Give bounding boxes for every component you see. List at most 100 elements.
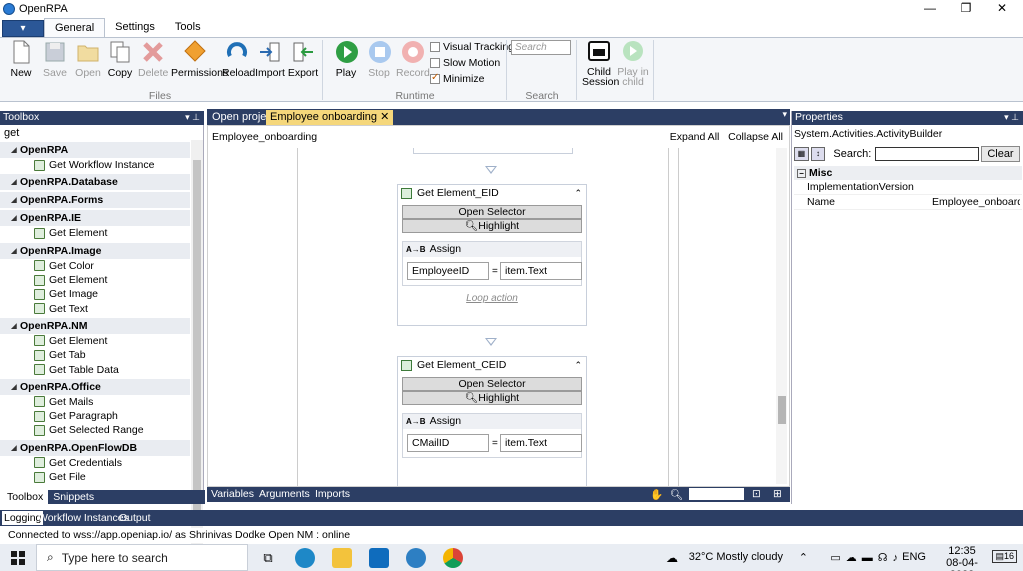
variables-tab[interactable]: Variables — [211, 488, 254, 500]
tab-output[interactable]: Output — [119, 511, 151, 525]
toolbox-category[interactable]: ◢ OpenRPA.OpenFlowDB — [0, 439, 190, 456]
toolbox-category[interactable]: ◢ OpenRPA.Office — [0, 378, 190, 395]
assign-activity[interactable]: A→B Assign CMailID = item.Text — [402, 413, 582, 458]
export-button[interactable]: Export — [287, 40, 319, 79]
minimize-button[interactable]: — — [913, 0, 947, 17]
ribbon-search-input[interactable]: Search — [511, 40, 571, 55]
arguments-tab[interactable]: Arguments — [259, 488, 310, 500]
file-menu-button[interactable]: ▾ — [2, 20, 44, 37]
tab-settings[interactable]: Settings — [105, 18, 165, 37]
toolbox-category[interactable]: ◢ OpenRPA — [0, 142, 190, 158]
toolbox-item[interactable]: Get Text — [0, 301, 190, 315]
edge-browser-icon[interactable] — [295, 548, 315, 568]
toolbox-scrollbar[interactable] — [191, 140, 203, 571]
highlight-button[interactable]: 🔍︎Highlight — [402, 219, 582, 233]
weather-text[interactable]: 32°C Mostly cloudy — [689, 551, 783, 563]
copy-button[interactable]: Copy — [106, 40, 134, 79]
toolbox-category[interactable]: ◢ OpenRPA.Database — [0, 174, 190, 191]
property-row[interactable]: ImplementationVersion — [794, 180, 1022, 195]
fit-to-screen-icon[interactable]: ⊡ — [752, 488, 761, 500]
delete-button[interactable]: Delete — [138, 40, 168, 79]
new-button[interactable]: New — [8, 40, 34, 79]
permissions-button[interactable]: Permissions — [171, 40, 228, 79]
open-selector-button[interactable]: Open Selector — [402, 377, 582, 391]
slow-motion-checkbox[interactable]: Slow Motion — [430, 57, 500, 69]
open-button[interactable]: Open — [74, 40, 102, 79]
assign-value-field[interactable]: item.Text — [500, 262, 582, 280]
record-button[interactable]: Record — [396, 40, 430, 79]
scroll-thumb[interactable] — [778, 396, 786, 424]
collapse-chevron-icon[interactable]: ⌃ — [574, 360, 582, 371]
weather-icon[interactable]: ☁ — [666, 551, 678, 565]
save-button[interactable]: Save — [42, 40, 68, 79]
taskbar-search-box[interactable]: ⌕ Type here to search — [36, 544, 248, 571]
designer-scrollbar[interactable] — [776, 148, 787, 484]
toolbox-item[interactable]: Get Paragraph — [0, 409, 190, 423]
minimize-checkbox[interactable]: Minimize — [430, 72, 484, 85]
properties-search-input[interactable] — [875, 147, 979, 161]
tab-menu-icon[interactable]: ▾ — [782, 109, 787, 120]
overview-map-icon[interactable]: ⊞ — [773, 488, 782, 500]
maximize-button[interactable]: ❐ — [949, 0, 983, 17]
pin-icon[interactable]: ▾ ⊥ — [1004, 111, 1019, 124]
property-row[interactable]: Name Employee_onboardin — [794, 195, 1022, 210]
tab-general[interactable]: General — [44, 18, 106, 37]
toolbox-item[interactable]: Get Image — [0, 287, 190, 301]
assign-to-field[interactable]: CMailID — [407, 434, 489, 452]
activity-get-element-eid[interactable]: Get Element_EID ⌃ Open Selector 🔍︎Highli… — [397, 184, 587, 326]
expand-all-link[interactable]: Expand All — [670, 131, 720, 143]
toolbox-item[interactable]: Get Selected Range — [0, 423, 190, 437]
close-button[interactable]: ✕ — [985, 0, 1019, 17]
expand-triangle-icon[interactable]: ◢ — [8, 178, 20, 186]
tray-icons[interactable]: ▭☁▬☊♪ — [830, 551, 903, 564]
expand-triangle-icon[interactable]: ◢ — [8, 247, 20, 255]
expand-triangle-icon[interactable]: ◢ — [8, 322, 20, 330]
tab-toolbox[interactable]: Toolbox — [2, 490, 49, 504]
visual-tracking-checkbox[interactable]: Visual Tracking — [430, 41, 514, 53]
toolbox-category[interactable]: ◢ OpenRPA.Image — [0, 242, 190, 259]
collapse-category-icon[interactable]: − — [797, 169, 806, 178]
tab-workflow-instances[interactable]: Workflow Instances — [38, 511, 129, 525]
clear-button[interactable]: Clear — [980, 146, 1021, 162]
close-tab-icon[interactable]: ✕ — [380, 111, 389, 123]
language-indicator[interactable]: ENG — [902, 551, 926, 563]
expand-triangle-icon[interactable]: ◢ — [8, 196, 20, 204]
tab-employee-onboarding[interactable]: Employee onboarding ✕ — [266, 110, 394, 125]
breadcrumb[interactable]: Employee_onboarding — [212, 131, 317, 143]
toolbox-item[interactable]: Get Mails — [0, 395, 190, 409]
child-session-button[interactable]: Child Session — [582, 40, 619, 87]
toolbox-item[interactable]: Get Workflow Instance — [0, 158, 190, 172]
pan-hand-icon[interactable]: ✋ — [650, 488, 663, 501]
zoom-magnifier-icon[interactable]: 🔍︎ — [670, 488, 683, 501]
toolbox-category[interactable]: ◢ OpenRPA.NM — [0, 317, 190, 334]
openrpa-taskbar-icon[interactable] — [406, 548, 426, 568]
toolbox-item[interactable]: Get Element — [0, 273, 190, 287]
outlook-icon[interactable] — [369, 548, 389, 568]
property-category-misc[interactable]: − Misc — [794, 166, 1022, 180]
collapse-chevron-icon[interactable]: ⌃ — [574, 188, 582, 199]
notification-badge[interactable]: ▤16 — [992, 550, 1017, 563]
tab-snippets[interactable]: Snippets — [48, 490, 99, 504]
pin-icon[interactable]: ▾ ⊥ — [185, 111, 200, 124]
zoom-select[interactable] — [689, 488, 744, 500]
toolbox-item[interactable]: Get Table Data — [0, 362, 190, 376]
chrome-icon[interactable] — [443, 548, 463, 568]
play-button[interactable]: Play — [332, 40, 360, 79]
toolbox-item[interactable]: Get Credentials — [0, 456, 190, 470]
chevron-up-icon[interactable]: ⌃ — [799, 551, 808, 564]
expand-triangle-icon[interactable]: ◢ — [8, 444, 20, 452]
alphabetical-sort-icon[interactable]: ↕ — [810, 147, 826, 161]
reload-button[interactable]: Reload — [222, 40, 255, 79]
import-button[interactable]: Import — [255, 40, 285, 79]
stop-button[interactable]: Stop — [365, 40, 393, 79]
start-button[interactable] — [0, 544, 36, 571]
toolbox-item[interactable]: Get Element — [0, 226, 190, 240]
clock[interactable]: 12:35 08-04-2023 — [939, 545, 985, 571]
expand-triangle-icon[interactable]: ◢ — [8, 214, 20, 222]
assign-to-field[interactable]: EmployeeID — [407, 262, 489, 280]
activity-get-element-ceid[interactable]: Get Element_CEID ⌃ Open Selector 🔍︎Highl… — [397, 356, 587, 486]
collapse-all-link[interactable]: Collapse All — [728, 131, 783, 143]
assign-activity[interactable]: A→B Assign EmployeeID = item.Text — [402, 241, 582, 286]
toolbox-item[interactable]: Get Color — [0, 259, 190, 273]
tab-tools[interactable]: Tools — [165, 18, 211, 37]
